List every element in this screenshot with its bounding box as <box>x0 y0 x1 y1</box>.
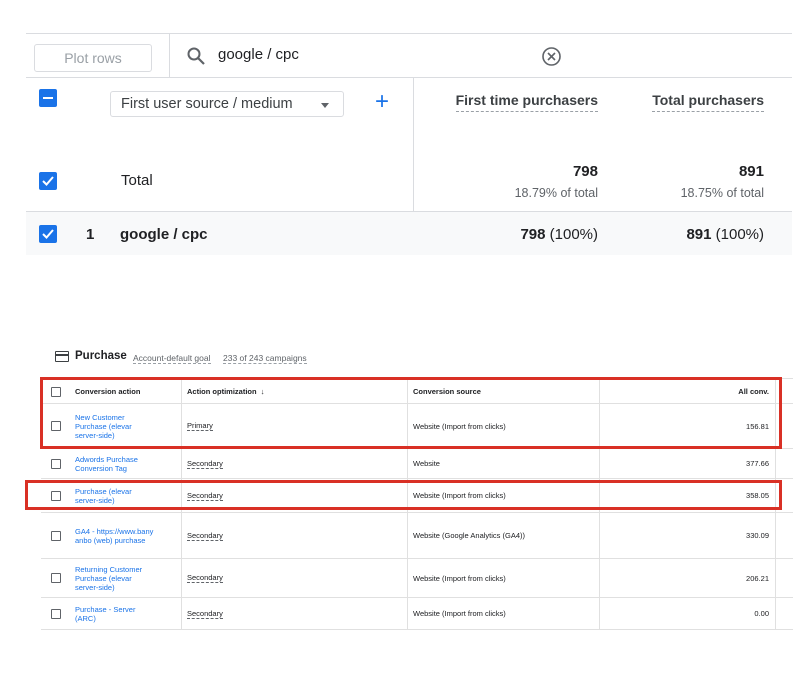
plot-rows-button[interactable]: Plot rows <box>34 44 152 72</box>
optimization-value[interactable]: Secondary <box>187 598 223 629</box>
all-conv-value: 0.00 <box>754 609 769 618</box>
conversion-action-link[interactable]: GA4 - https://www.banyanbo (web) purchas… <box>75 513 155 558</box>
table-row[interactable]: GA4 - https://www.banyanbo (web) purchas… <box>41 513 793 559</box>
total-first-time-purchasers: 798 <box>572 163 598 180</box>
highlight-box-primary <box>40 377 782 449</box>
optimization-label: Secondary <box>187 608 223 619</box>
row-first-time-share: (100%) <box>549 226 598 243</box>
optimization-label: Secondary <box>187 573 223 583</box>
optimization-value[interactable]: Secondary <box>187 513 223 558</box>
row-checkbox[interactable] <box>39 225 57 243</box>
goal-type[interactable]: Account-default goal <box>133 353 211 364</box>
conversion-source: Website (Import from clicks) <box>413 573 506 583</box>
conversion-action-link[interactable]: Adwords Purchase Conversion Tag <box>75 449 155 478</box>
dimension-dropdown[interactable]: First user source / medium <box>110 91 344 117</box>
add-dimension-button[interactable]: + <box>370 90 394 115</box>
select-all-checkbox[interactable] <box>39 89 57 107</box>
total-label: Total <box>121 172 153 189</box>
clear-search-icon[interactable] <box>541 46 562 67</box>
column-header-total-purchasers[interactable]: Total purchasers <box>652 92 764 112</box>
conversion-source: Website (Google Analytics (GA4)) <box>413 531 525 540</box>
goal-card-icon <box>55 351 69 362</box>
row-index: 1 <box>86 226 95 243</box>
row-total-share: (100%) <box>715 226 764 243</box>
search-icon[interactable] <box>186 46 206 66</box>
toolbar-separator <box>169 33 170 77</box>
row-checkbox[interactable] <box>51 531 61 541</box>
optimization-label: Secondary <box>187 458 223 469</box>
checkmark-icon <box>42 176 54 186</box>
optimization-value[interactable]: Secondary <box>187 559 223 597</box>
total-row-checkbox[interactable] <box>39 172 57 190</box>
row-total-purchasers: 891 (100%) <box>686 226 764 243</box>
exploration-report: Plot rows google / cpc First user source… <box>26 33 792 255</box>
goal-campaigns[interactable]: 233 of 243 campaigns <box>223 353 307 364</box>
row-first-time-purchasers: 798 (100%) <box>520 226 598 243</box>
table-row[interactable]: Adwords Purchase Conversion Tag Secondar… <box>41 449 793 479</box>
optimization-value[interactable]: Secondary <box>187 449 223 478</box>
column-header-first-time-purchasers[interactable]: First time purchasers <box>455 92 598 112</box>
goal-title[interactable]: Purchase <box>75 350 127 362</box>
top-divider <box>26 33 792 34</box>
row-first-time-value: 798 <box>520 226 546 243</box>
row-checkbox[interactable] <box>51 609 61 619</box>
conversion-action-link[interactable]: Purchase - Server (ARC) <box>75 598 155 629</box>
conversion-source: Website <box>413 459 440 468</box>
table-row[interactable]: Purchase - Server (ARC) Secondary Websit… <box>41 598 793 630</box>
total-total-percent: 18.75% of total <box>680 186 764 200</box>
conversion-action-link[interactable]: Returning Customer Purchase (elevar serv… <box>75 559 155 597</box>
row-total-value: 891 <box>686 226 712 243</box>
optimization-label: Secondary <box>187 530 223 541</box>
all-conv-value: 206.21 <box>746 573 769 583</box>
row-checkbox[interactable] <box>51 573 61 583</box>
total-first-time-percent: 18.79% of total <box>514 186 598 200</box>
header-divider <box>26 77 792 78</box>
all-conv-value: 330.09 <box>746 531 769 540</box>
conversion-source: Website (Import from clicks) <box>413 609 506 618</box>
row-checkbox[interactable] <box>51 459 61 469</box>
table-row[interactable]: Returning Customer Purchase (elevar serv… <box>41 559 793 598</box>
dropdown-arrow-icon <box>321 103 329 108</box>
search-input[interactable]: google / cpc <box>218 46 299 63</box>
dimension-dropdown-label: First user source / medium <box>121 96 293 112</box>
all-conv-value: 377.66 <box>746 459 769 468</box>
checkmark-icon <box>42 229 54 239</box>
total-total-purchasers: 891 <box>738 163 764 180</box>
row-dimension-value: google / cpc <box>120 226 208 243</box>
highlight-box-purchase <box>25 480 782 510</box>
